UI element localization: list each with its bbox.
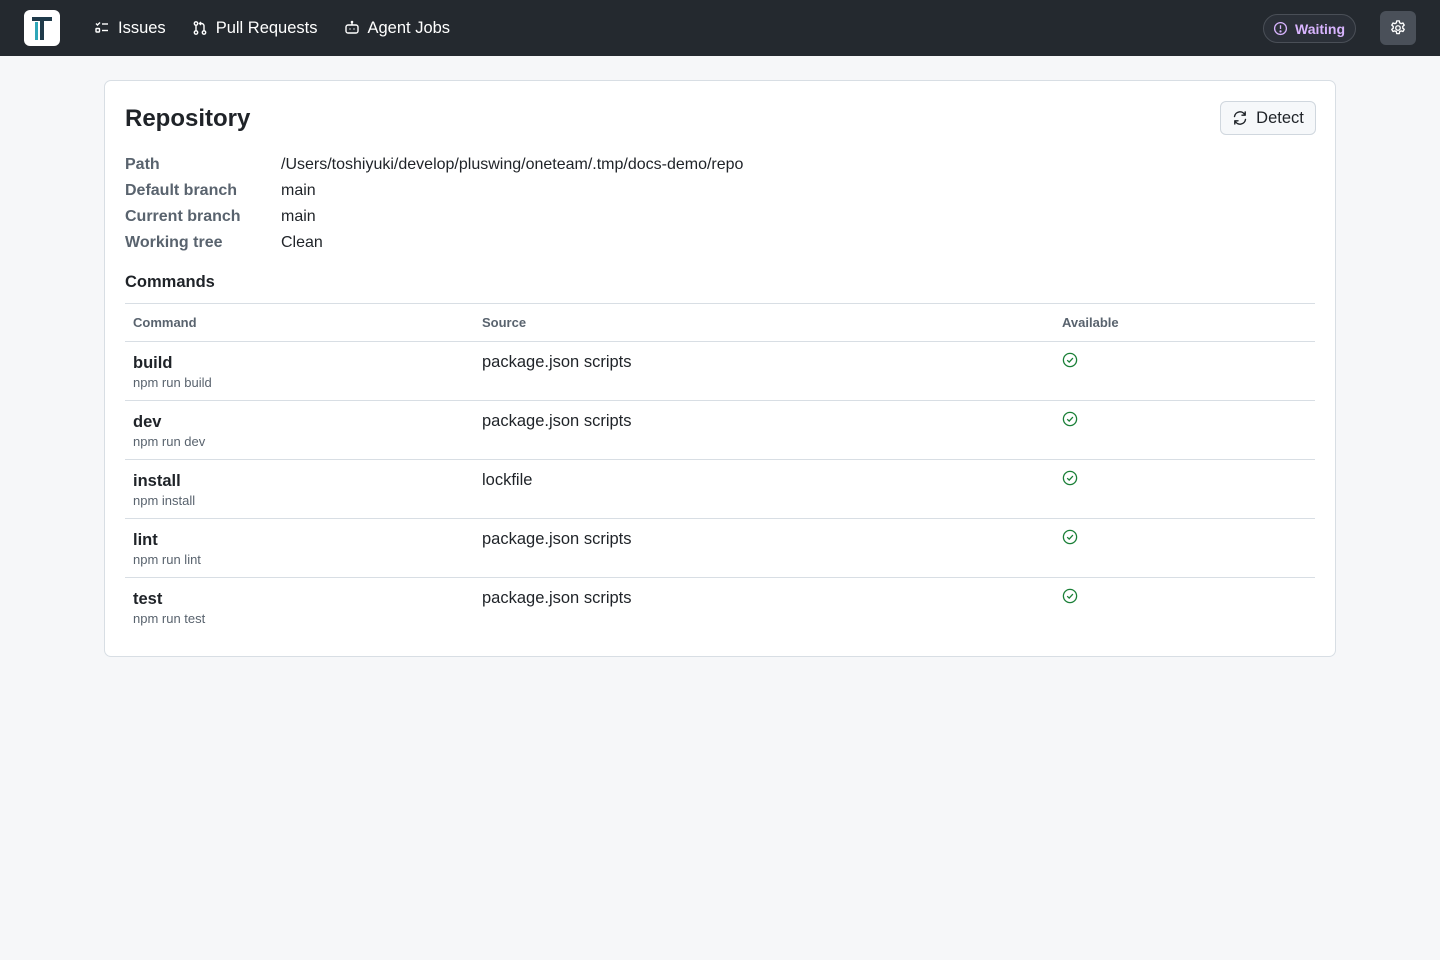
robot-icon	[344, 20, 359, 34]
check-circle-icon	[1062, 352, 1078, 368]
property-value: Clean	[281, 234, 323, 251]
command-line: npm run lint	[133, 552, 201, 567]
command-name: lint	[133, 531, 158, 549]
table-row: dev npm run dev package.json scripts	[125, 401, 1315, 460]
commands-section-title: Commands	[125, 273, 215, 291]
property-key: Default branch	[125, 182, 238, 199]
source-cell: package.json scripts	[482, 530, 632, 548]
app-logo[interactable]	[24, 10, 60, 46]
column-header-command: Command	[133, 315, 197, 330]
available-cell	[1054, 342, 1078, 400]
command-cell: lint npm run lint	[125, 519, 474, 577]
property-row-path: Path /Users/toshiyuki/develop/pluswing/o…	[125, 152, 743, 178]
source-cell: package.json scripts	[482, 412, 632, 430]
command-line: npm run test	[133, 611, 206, 626]
property-key: Working tree	[125, 234, 223, 251]
main-nav: Issues Pull Requests Agent Jobs	[94, 0, 476, 56]
nav-item-label: Pull Requests	[215, 18, 318, 37]
available-cell	[1054, 460, 1078, 518]
nav-item-label: Agent Jobs	[367, 18, 451, 37]
property-value: main	[281, 208, 316, 225]
gear-icon	[1391, 20, 1405, 35]
refresh-icon	[1233, 111, 1247, 125]
table-header: Command Source Available	[125, 304, 1315, 342]
detect-button[interactable]: Detect	[1220, 101, 1316, 135]
command-name: dev	[133, 413, 162, 431]
property-key: Current branch	[125, 208, 241, 225]
source-cell: package.json scripts	[482, 589, 632, 607]
commands-table: Command Source Available build npm run b…	[125, 303, 1315, 637]
table-row: test npm run test package.json scripts	[125, 578, 1315, 637]
command-name: install	[133, 472, 181, 490]
detect-label: Detect	[1256, 108, 1304, 127]
property-value: main	[281, 182, 316, 199]
command-cell: build npm run build	[125, 342, 474, 400]
nav-item-agent-jobs[interactable]: Agent Jobs	[344, 18, 451, 38]
top-navigation-bar: Issues Pull Requests Agent Jobs Waiting	[0, 0, 1440, 56]
available-cell	[1054, 578, 1078, 637]
table-row: lint npm run lint package.json scripts	[125, 519, 1315, 578]
property-row-default-branch: Default branch main	[125, 178, 743, 204]
nav-item-issues[interactable]: Issues	[94, 19, 166, 38]
property-key: Path	[125, 156, 160, 173]
command-cell: install npm install	[125, 460, 474, 518]
command-cell: test npm run test	[125, 578, 474, 637]
column-header-available: Available	[1062, 315, 1119, 330]
source-cell: lockfile	[482, 471, 533, 489]
column-header-source: Source	[482, 315, 527, 330]
logo-mark	[32, 17, 52, 40]
nav-item-pull-requests[interactable]: Pull Requests	[192, 19, 318, 38]
table-row: build npm run build package.json scripts	[125, 342, 1315, 401]
command-name: test	[133, 590, 163, 608]
source-cell: package.json scripts	[482, 353, 632, 371]
property-value: /Users/toshiyuki/develop/pluswing/onetea…	[281, 156, 744, 173]
property-row-current-branch: Current branch main	[125, 204, 743, 230]
check-circle-icon	[1062, 529, 1078, 545]
command-name: build	[133, 354, 173, 372]
command-cell: dev npm run dev	[125, 401, 474, 459]
tasklist-icon	[95, 22, 108, 33]
command-line: npm run build	[133, 375, 212, 390]
check-circle-icon	[1062, 411, 1078, 427]
command-line: npm install	[133, 493, 196, 508]
status-badge[interactable]: Waiting	[1263, 14, 1356, 43]
info-circle-icon	[1273, 21, 1288, 36]
git-pull-request-icon	[193, 21, 207, 35]
nav-item-label: Issues	[118, 18, 166, 37]
check-circle-icon	[1062, 470, 1078, 486]
table-row: install npm install lockfile	[125, 460, 1315, 519]
status-label: Waiting	[1295, 20, 1346, 37]
available-cell	[1054, 401, 1078, 459]
property-row-working-tree: Working tree Clean	[125, 230, 743, 256]
check-circle-icon	[1062, 588, 1078, 604]
settings-button[interactable]	[1380, 11, 1416, 45]
page-title: Repository	[125, 105, 251, 132]
repository-card: Repository Detect Path /Users/toshiyuki/…	[104, 80, 1336, 657]
repository-properties: Path /Users/toshiyuki/develop/pluswing/o…	[125, 152, 743, 256]
available-cell	[1054, 519, 1078, 577]
command-line: npm run dev	[133, 434, 206, 449]
